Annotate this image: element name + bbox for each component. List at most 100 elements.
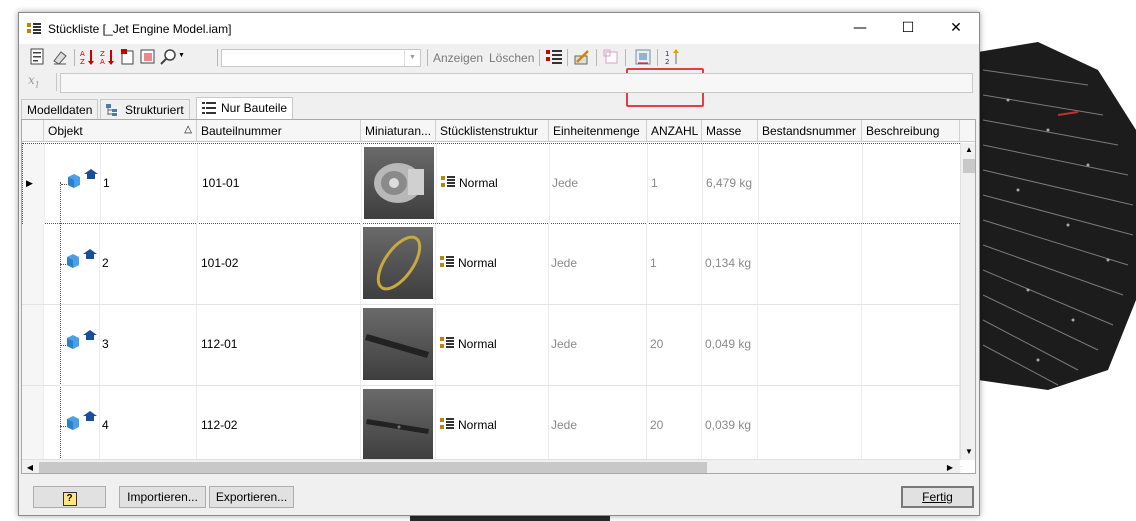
item-number-cell[interactable]: 4 [100, 386, 197, 466]
document-settings-icon[interactable] [29, 48, 47, 66]
part-number-cell[interactable]: 101-02 [197, 224, 361, 304]
thumbnail-cell [361, 224, 436, 304]
delete-button[interactable]: Löschen [489, 51, 534, 65]
close-button[interactable]: ✕ [933, 13, 979, 44]
scroll-down-icon[interactable]: ▼ [961, 445, 975, 459]
column-header-thumbnail[interactable]: Miniaturan... [361, 120, 436, 142]
quantity-value: 1 [650, 256, 657, 270]
tab-model-data[interactable]: Modelldaten [21, 99, 99, 119]
search-filter-icon[interactable] [159, 48, 177, 66]
sort-ascending-icon[interactable]: AZ [79, 48, 97, 66]
stock-number-cell[interactable] [758, 305, 862, 385]
mass-cell[interactable]: 0,049 kg [702, 305, 758, 385]
scroll-left-icon[interactable]: ◀ [22, 460, 38, 473]
sort-indicator-icon: △ [184, 124, 192, 135]
scroll-up-icon[interactable]: ▲ [961, 143, 975, 157]
part-number-cell[interactable]: 101-01 [198, 144, 362, 224]
column-header-description[interactable]: Beschreibung [862, 120, 960, 142]
sort-numeric-icon[interactable]: 12 [664, 48, 682, 66]
quantity-cell[interactable]: 20 [647, 305, 702, 385]
part-type-icon [83, 411, 97, 421]
object-icons-cell [44, 224, 100, 304]
sort-descending-icon[interactable]: ZA [99, 48, 117, 66]
row-header[interactable] [22, 305, 44, 385]
column-header-part-number[interactable]: Bauteilnummer [197, 120, 361, 142]
formula-input[interactable] [60, 73, 973, 93]
export-button[interactable]: Exportieren... [209, 486, 294, 508]
quantity-cell[interactable]: 1 [648, 144, 703, 224]
chevron-down-icon[interactable]: ▼ [178, 52, 185, 59]
horizontal-scrollbar[interactable]: ◀ ▶ [22, 459, 960, 473]
unit-quantity-cell[interactable]: Jede [549, 224, 647, 304]
finish-button[interactable]: Fertig [901, 486, 974, 508]
bom-structure-icon [440, 337, 454, 348]
column-header-object[interactable]: Objekt △ [44, 120, 197, 142]
toolbar-separator [657, 49, 658, 66]
bom-structure-cell[interactable]: Normal [437, 144, 550, 224]
bom-structure-cell[interactable]: Normal [436, 224, 549, 304]
item-number-cell[interactable]: 3 [100, 305, 197, 385]
import-button[interactable]: Importieren... [119, 486, 206, 508]
edit-pencil-icon[interactable] [573, 48, 591, 66]
part-thumbnail-image [364, 147, 434, 219]
mass-cell[interactable]: 6,479 kg [703, 144, 759, 224]
current-row-arrow-icon: ▶ [26, 178, 33, 188]
mass-cell[interactable]: 0,134 kg [702, 224, 758, 304]
description-cell[interactable] [862, 386, 960, 466]
mass-cell[interactable]: 0,039 kg [702, 386, 758, 466]
quantity-cell[interactable]: 1 [647, 224, 702, 304]
stock-number-cell[interactable] [759, 144, 863, 224]
stock-number-cell[interactable] [758, 224, 862, 304]
unit-quantity-cell[interactable]: Jede [549, 305, 647, 385]
item-renumber-icon[interactable] [119, 48, 137, 66]
maximize-button[interactable]: ☐ [885, 13, 931, 44]
bom-structure-cell[interactable]: Normal [436, 305, 549, 385]
bom-structure-cell[interactable]: Normal [436, 386, 549, 466]
table-row[interactable]: 2 101-02 Normal Jede 1 0,134 kg [22, 224, 962, 305]
description-cell[interactable] [863, 144, 961, 224]
column-header-stock-number[interactable]: Bestandsnummer [758, 120, 862, 142]
table-row[interactable]: 4 112-02 Normal Jede 20 0,039 kg [22, 386, 962, 467]
row-header[interactable] [22, 386, 44, 466]
table-row[interactable]: ▶ 1 101-01 Normal Jede 1 6,479 kg [22, 143, 962, 224]
row-header[interactable] [22, 224, 44, 304]
tab-label: Nur Bauteile [221, 101, 288, 115]
thumbnail-view-icon[interactable] [634, 48, 652, 66]
tab-structured[interactable]: Strukturiert [100, 99, 190, 119]
scroll-right-icon[interactable]: ▶ [942, 460, 958, 473]
column-header-bom-structure[interactable]: Stücklistenstruktur [436, 120, 549, 142]
item-number-cell[interactable]: 2 [100, 224, 197, 304]
help-button[interactable]: ? [33, 486, 106, 508]
formula-icon[interactable]: x1 [28, 73, 52, 91]
quantity-value: 20 [650, 337, 664, 351]
description-cell[interactable] [862, 224, 960, 304]
part-number-cell[interactable]: 112-02 [197, 386, 361, 466]
eraser-icon[interactable] [51, 48, 69, 66]
row-header[interactable]: ▶ [23, 144, 45, 224]
part-number-cell[interactable]: 112-01 [197, 305, 361, 385]
stock-number-cell[interactable] [758, 386, 862, 466]
bom-structure-icon[interactable] [545, 48, 563, 66]
vertical-scroll-thumb[interactable] [963, 159, 975, 173]
column-header-mass[interactable]: Masse [702, 120, 758, 142]
part-cube-icon [68, 174, 80, 188]
minimize-button[interactable]: — [837, 13, 883, 44]
bom-structure-icon [441, 176, 455, 187]
unit-quantity-cell[interactable]: Jede [549, 386, 647, 466]
horizontal-scroll-thumb[interactable] [39, 462, 707, 473]
column-header-quantity[interactable]: ANZAHL [647, 120, 702, 142]
quantity-cell[interactable]: 20 [647, 386, 702, 466]
add-item-icon[interactable] [603, 48, 621, 66]
vertical-scrollbar[interactable]: ▲ ▼ [960, 143, 975, 460]
show-button[interactable]: Anzeigen [433, 51, 483, 65]
unit-quantity-cell[interactable]: Jede [550, 144, 648, 224]
column-header-unit-quantity[interactable]: Einheitenmenge [549, 120, 647, 142]
description-cell[interactable] [862, 305, 960, 385]
item-number-cell[interactable]: 1 [101, 144, 198, 224]
item-number: 3 [102, 337, 109, 351]
table-row[interactable]: 3 112-01 Normal Jede 20 0,049 kg [22, 305, 962, 386]
filter-combo[interactable]: ▼ [221, 49, 421, 67]
export-table-icon[interactable] [139, 48, 157, 66]
tab-parts-only[interactable]: Nur Bauteile [196, 97, 294, 119]
chevron-down-icon[interactable]: ▼ [404, 50, 420, 66]
